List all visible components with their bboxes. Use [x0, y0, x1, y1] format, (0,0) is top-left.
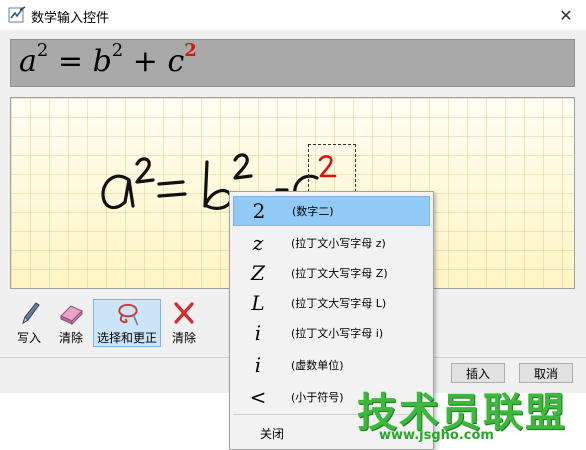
- menu-item-latin-uppercase-l[interactable]: L (拉丁文大写字母 L): [233, 288, 430, 318]
- ink-selection-box[interactable]: [308, 144, 356, 192]
- site-watermark: 技术员联盟 www.jsgho.com: [357, 380, 586, 450]
- formula-var-b: b: [92, 44, 112, 79]
- select-and-correct-button[interactable]: 选择和更正: [93, 299, 161, 347]
- menu-item-close[interactable]: 关闭: [260, 425, 284, 442]
- formula-plus: +: [132, 44, 158, 79]
- menu-item-description: (拉丁文小写字母 i): [291, 327, 384, 340]
- menu-item-symbol: 2: [252, 199, 266, 223]
- clear-all-label: 清除: [171, 331, 196, 345]
- close-icon: ✕: [559, 5, 573, 25]
- title-bar: 数学输入控件 ✕: [0, 0, 586, 30]
- formula-exp-c-selected: 2: [184, 40, 197, 61]
- pen-icon: [22, 302, 40, 325]
- lasso-icon: [118, 303, 139, 326]
- select-and-correct-label: 选择和更正: [96, 331, 157, 345]
- write-button[interactable]: 写入: [12, 299, 46, 347]
- menu-item-latin-uppercase-z[interactable]: Z (拉丁文大写字母 Z): [233, 258, 430, 288]
- formula-exp-b: 2: [111, 40, 124, 61]
- write-label: 写入: [16, 331, 41, 345]
- delete-x-icon: [174, 302, 194, 324]
- menu-item-symbol: i: [254, 353, 262, 377]
- recognized-formula: a2 = b2 + c2: [19, 40, 197, 79]
- window-title: 数学输入控件: [31, 11, 110, 26]
- math-input-app-icon: [8, 6, 26, 23]
- formula-preview: a2 = b2 + c2: [10, 39, 575, 87]
- menu-item-description: (数字二): [292, 205, 334, 218]
- eraser-icon: [60, 305, 83, 326]
- menu-item-description: (拉丁文大写字母 Z): [291, 267, 388, 280]
- menu-item-symbol: i: [254, 321, 262, 345]
- clear-all-button[interactable]: 清除: [166, 299, 202, 347]
- erase-label: 清除: [58, 331, 83, 345]
- menu-item-description: (小于符号): [291, 391, 344, 404]
- menu-item-description: (拉丁文大写字母 L): [291, 297, 387, 310]
- menu-item-latin-lowercase-i[interactable]: i (拉丁文小写字母 i): [233, 318, 430, 348]
- menu-item-imaginary-unit[interactable]: i (虚数单位): [233, 350, 430, 380]
- menu-item-symbol: L: [251, 291, 265, 315]
- close-window-button[interactable]: ✕: [546, 0, 586, 30]
- menu-item-symbol: <: [249, 385, 267, 409]
- formula-var-c: c: [167, 44, 185, 79]
- formula-equals: =: [57, 44, 84, 79]
- erase-button[interactable]: 清除: [52, 299, 90, 347]
- menu-item-digit-two[interactable]: 2 (数字二): [233, 196, 430, 226]
- watermark-url: www.jsgho.com: [379, 428, 494, 443]
- menu-item-symbol: Z: [251, 261, 265, 285]
- formula-var-a: a: [19, 44, 37, 79]
- menu-item-symbol: z: [252, 231, 264, 255]
- formula-exp-a: 2: [36, 40, 49, 61]
- menu-item-latin-lowercase-z[interactable]: z (拉丁文小写字母 z): [233, 228, 430, 258]
- menu-item-description: (虚数单位): [291, 359, 344, 372]
- menu-item-description: (拉丁文小写字母 z): [291, 237, 386, 250]
